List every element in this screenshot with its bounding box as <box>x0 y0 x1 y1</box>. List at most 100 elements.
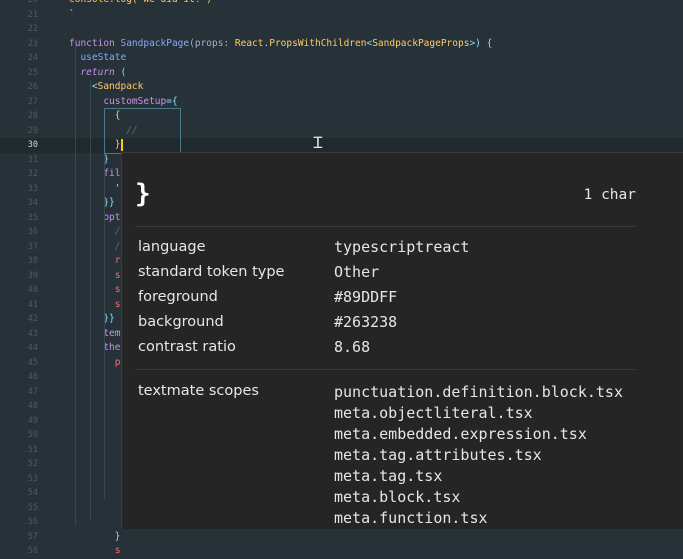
info-value: Other <box>334 263 380 281</box>
code-token: s <box>69 269 121 281</box>
code-token: fil <box>69 168 121 179</box>
line-code[interactable]: / <box>69 225 121 240</box>
token-info-foreground: foreground #89DDFF <box>138 285 658 310</box>
editor-line[interactable]: 23 function SandpackPage(props: React.Pro… <box>0 37 683 52</box>
scope-item: meta.function.tsx <box>334 509 488 527</box>
line-number: 26 <box>27 82 38 92</box>
info-value: 8.68 <box>334 338 371 356</box>
divider <box>135 369 635 370</box>
editor-line[interactable]: 20 console.log('We did it!') <box>0 0 683 8</box>
line-number: 56 <box>27 517 38 527</box>
line-number: 38 <box>27 256 38 266</box>
code-token: ={ <box>166 95 178 107</box>
editor-line[interactable]: 22 <box>0 22 683 37</box>
scope-item: meta.tag.tsx <box>334 467 443 485</box>
line-number: 53 <box>27 473 38 484</box>
line-number: 43 <box>27 328 38 339</box>
code-token: p <box>69 356 121 368</box>
info-label: background <box>138 314 224 330</box>
divider <box>135 226 635 227</box>
editor-line[interactable]: 27 customSetup={ <box>0 95 683 110</box>
info-value: #263238 <box>334 313 398 331</box>
info-label: foreground <box>138 289 218 305</box>
line-number: 48 <box>27 401 38 411</box>
editor-line[interactable]: 24 useState <box>0 51 683 66</box>
line-code[interactable]: function SandpackPage(props: React.Props… <box>69 37 492 52</box>
code-token: useState <box>69 52 127 63</box>
code-token: Sandpack <box>97 81 144 92</box>
line-code[interactable]: opt <box>69 211 120 226</box>
line-number: 34 <box>27 198 38 208</box>
code-token: } <box>69 530 121 542</box>
line-code[interactable]: s <box>69 298 121 313</box>
code-token: s <box>69 284 121 295</box>
line-code[interactable]: } <box>69 530 121 545</box>
editor-line[interactable]: 29 // <box>0 124 683 139</box>
line-code[interactable]: customSetup={ <box>69 95 178 110</box>
code-token: customSetup <box>69 95 167 107</box>
editor-line[interactable]: 30 } <box>0 138 683 153</box>
line-code[interactable]: ` <box>69 8 75 23</box>
line-number: 24 <box>27 53 38 63</box>
code-token: r <box>69 255 121 266</box>
info-label: textmate scopes <box>138 383 259 399</box>
code-token: console.log('We did it!') <box>69 0 212 5</box>
code-token: ( <box>114 66 127 78</box>
line-number: 27 <box>27 96 38 107</box>
line-number: 30 <box>27 140 38 150</box>
line-number: 36 <box>27 227 38 237</box>
line-number: 23 <box>27 38 38 49</box>
code-token: React <box>234 37 264 49</box>
line-code[interactable]: / <box>69 240 121 255</box>
line-code[interactable]: console.log('We did it!') <box>69 0 212 8</box>
line-code[interactable]: r <box>69 254 121 269</box>
editor-line[interactable]: 26 <Sandpack <box>0 80 683 95</box>
editor-line[interactable]: 25 return ( <box>0 66 683 81</box>
line-code[interactable]: <Sandpack <box>69 80 144 95</box>
code-token: / <box>69 240 121 252</box>
editor-line[interactable]: 28 { <box>0 109 683 124</box>
line-code[interactable]: the <box>69 341 120 356</box>
code-token: s <box>69 545 121 556</box>
line-code[interactable]: return ( <box>69 66 126 81</box>
editor-line[interactable]: 21 ` <box>0 8 683 23</box>
text-cursor-ibeam-icon: Ɪ <box>313 133 323 152</box>
code-token: opt <box>69 211 121 223</box>
bracket-match-highlight <box>104 108 181 154</box>
token-info-standard-token-type: standard token type Other <box>138 260 658 285</box>
line-code[interactable]: fil <box>69 167 120 182</box>
line-number: 40 <box>27 285 38 295</box>
line-code[interactable]: s <box>69 544 121 559</box>
line-code[interactable]: s <box>69 269 121 284</box>
line-number: 54 <box>27 488 38 498</box>
code-token: (props: <box>189 37 235 49</box>
inspect-token-hover: } 1 char language typescriptreact standa… <box>121 152 683 529</box>
line-number: 55 <box>27 502 38 513</box>
line-number: 31 <box>27 154 38 165</box>
scope-item: meta.objectliteral.tsx <box>334 404 533 422</box>
line-number: 46 <box>27 372 38 382</box>
line-number: 37 <box>27 241 38 252</box>
scope-item: meta.embedded.expression.tsx <box>334 425 587 443</box>
scope-item: meta.tag.attributes.tsx <box>334 446 542 464</box>
line-code[interactable]: p <box>69 356 121 371</box>
line-number: 44 <box>27 343 38 353</box>
code-token: the <box>69 342 121 353</box>
line-number: 29 <box>27 125 38 136</box>
line-number: 45 <box>27 357 38 368</box>
token-length: 1 char <box>583 187 636 203</box>
token-info-contrast-ratio: contrast ratio 8.68 <box>138 335 658 360</box>
line-code[interactable]: useState <box>69 51 126 66</box>
line-number: 28 <box>27 111 38 121</box>
code-token: ` <box>69 8 75 20</box>
info-value: typescriptreact <box>334 238 470 256</box>
token-character: } <box>135 179 151 209</box>
code-token: s <box>69 298 121 310</box>
line-code[interactable]: s <box>69 283 121 298</box>
token-info-language: language typescriptreact <box>138 235 658 260</box>
line-code[interactable]: tem <box>69 327 120 342</box>
editor-line[interactable]: 58 s <box>0 544 683 559</box>
line-code[interactable]: ' <box>69 182 121 197</box>
editor-line[interactable]: 57 } <box>0 530 683 545</box>
token-info-background: background #263238 <box>138 310 658 335</box>
